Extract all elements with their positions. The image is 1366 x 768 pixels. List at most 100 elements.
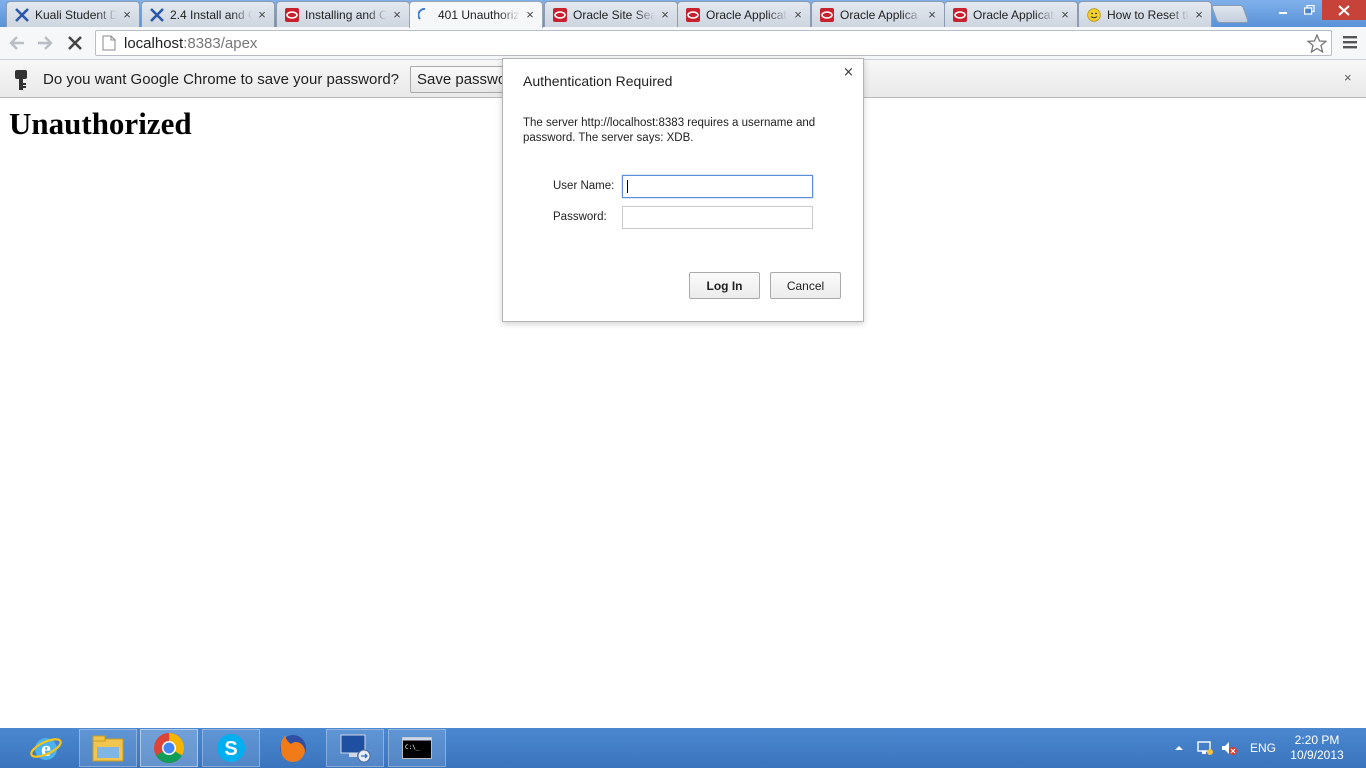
tab-401-unauthorized[interactable]: 401 Unauthoriz × — [409, 1, 543, 28]
taskbar-firefox[interactable] — [264, 729, 322, 767]
chrome-icon — [154, 733, 185, 764]
browser-toolbar: localhost:8383/apex — [0, 27, 1366, 60]
infobar-close-icon[interactable]: × — [1344, 70, 1352, 85]
tab-title: 2.4 Install and C — [170, 7, 252, 22]
tab-title: 401 Unauthoriz — [438, 8, 520, 22]
taskbar-chrome[interactable] — [140, 729, 198, 767]
close-icon — [1338, 4, 1350, 16]
cancel-button[interactable]: Cancel — [770, 272, 841, 299]
oracle-icon — [953, 7, 967, 22]
stop-loading-button[interactable] — [64, 32, 86, 54]
tab-title: Oracle Applicat — [973, 7, 1054, 22]
volume-control[interactable] — [1220, 728, 1238, 768]
back-button[interactable] — [6, 32, 28, 54]
tab-oracle-site-search[interactable]: Oracle Site Sea × — [544, 1, 678, 27]
stop-icon — [68, 36, 82, 50]
page-title: Unauthorized — [9, 106, 192, 141]
authentication-dialog: Authentication Required × The server htt… — [502, 58, 864, 322]
tab-close-icon[interactable]: × — [1193, 8, 1205, 21]
page-icon — [102, 35, 116, 51]
infobar-message: Do you want Google Chrome to save your p… — [43, 71, 400, 88]
language-indicator[interactable]: ENG — [1250, 728, 1276, 768]
oracle-icon — [686, 7, 700, 22]
svg-text:S: S — [224, 738, 237, 760]
dialog-title: Authentication Required — [523, 73, 673, 89]
tab-close-icon[interactable]: × — [121, 8, 133, 21]
svg-text:C:\_: C:\_ — [405, 744, 420, 751]
network-status[interactable] — [1196, 728, 1214, 768]
tab-close-icon[interactable]: × — [391, 8, 403, 21]
username-label: User Name: — [553, 180, 615, 192]
tab-title: Oracle Applica — [840, 7, 918, 22]
internet-explorer-icon: e — [30, 736, 62, 761]
tab-title: How to Reset th — [1107, 7, 1189, 22]
taskbar-command-prompt[interactable]: C:\_ — [388, 729, 446, 767]
oracle-icon — [553, 7, 567, 22]
clock-date: 10/9/2013 — [1290, 748, 1344, 762]
restore-window-button[interactable] — [1296, 0, 1322, 20]
minimize-icon — [1279, 12, 1287, 14]
tab-install-and-configure[interactable]: 2.4 Install and C × — [141, 1, 275, 27]
show-hidden-icons-button[interactable] — [1174, 728, 1184, 768]
bookmark-star-icon[interactable] — [1306, 33, 1328, 57]
firefox-icon — [280, 735, 306, 762]
taskbar-internet-explorer[interactable]: e — [17, 729, 75, 767]
clock-time: 2:20 PM — [1294, 733, 1340, 747]
taskbar-skype[interactable]: S — [202, 729, 260, 767]
tab-close-icon[interactable]: × — [524, 8, 536, 21]
tab-installing-and-configuring[interactable]: Installing and C × — [276, 1, 410, 27]
tab-kuali-student[interactable]: Kuali Student D × — [6, 1, 140, 27]
tab-oracle-application-3[interactable]: Oracle Applicat × — [944, 1, 1078, 27]
address-bar[interactable]: localhost:8383/apex — [95, 30, 1332, 56]
tab-oracle-application-1[interactable]: Oracle Applicat × — [677, 1, 811, 27]
password-label: Password: — [553, 211, 607, 223]
tab-close-icon[interactable]: × — [1059, 8, 1071, 21]
forward-button[interactable] — [34, 32, 56, 54]
tab-close-icon[interactable]: × — [926, 8, 938, 21]
password-field[interactable] — [622, 206, 813, 229]
chevron-up-icon — [1175, 746, 1183, 750]
oracle-icon — [820, 7, 834, 22]
forward-arrow-icon — [38, 36, 53, 50]
tab-close-icon[interactable]: × — [792, 8, 804, 21]
kuali-icon — [15, 7, 29, 22]
skype-icon: S — [217, 734, 245, 762]
tab-oracle-application-2[interactable]: Oracle Applica × — [811, 1, 945, 27]
hamburger-menu-icon — [1343, 36, 1357, 49]
tab-title: Oracle Applicat — [706, 7, 787, 22]
dialog-description: The server http://localhost:8383 require… — [523, 117, 816, 144]
tab-title: Oracle Site Sea — [573, 7, 655, 22]
back-arrow-icon — [9, 36, 24, 50]
chrome-menu-button[interactable] — [1340, 32, 1362, 54]
url-path: :8383/apex — [183, 34, 258, 52]
oracle-icon — [285, 7, 299, 22]
network-icon — [1197, 741, 1213, 755]
tab-title: Installing and C — [305, 7, 387, 22]
windows-taskbar: e S C:\_ ENG 2:20 PM 10/9/2013 — [0, 728, 1366, 768]
muted-speaker-icon — [1222, 742, 1237, 755]
log-in-button[interactable]: Log In — [689, 272, 760, 299]
close-window-button[interactable] — [1322, 0, 1366, 20]
tab-strip: Kuali Student D × 2.4 Install and C × In… — [0, 0, 1366, 28]
smiley-icon — [1087, 7, 1101, 22]
command-prompt-icon: C:\_ — [402, 737, 432, 759]
tab-how-to-reset[interactable]: How to Reset th × — [1078, 1, 1212, 27]
key-icon — [15, 70, 27, 90]
tab-close-icon[interactable]: × — [256, 8, 268, 21]
system-clock[interactable]: 2:20 PM 10/9/2013 — [1282, 733, 1352, 763]
dialog-close-icon[interactable]: × — [843, 65, 854, 80]
remote-desktop-icon — [340, 734, 371, 763]
tab-close-icon[interactable]: × — [659, 8, 671, 21]
taskbar-remote-desktop[interactable] — [326, 729, 384, 767]
username-field[interactable] — [622, 175, 813, 198]
minimize-window-button[interactable] — [1270, 0, 1296, 20]
kuali-icon — [150, 7, 164, 22]
url-host: localhost — [124, 34, 184, 52]
text-cursor — [627, 180, 628, 193]
file-explorer-icon — [92, 735, 124, 762]
tab-title: Kuali Student D — [35, 7, 117, 22]
new-tab-button[interactable] — [1210, 5, 1250, 23]
taskbar-file-explorer[interactable] — [79, 729, 137, 767]
loading-spinner-icon — [418, 8, 432, 22]
restore-icon — [1303, 5, 1315, 15]
